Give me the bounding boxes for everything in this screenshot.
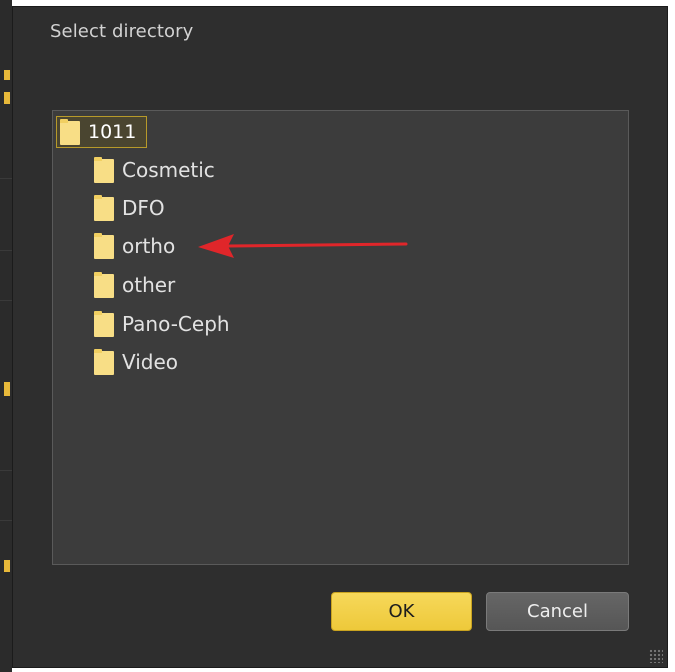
select-directory-dialog: Select directory 1011 Cosmetic DFO ortho… [12, 6, 668, 668]
tree-node-label: Cosmetic [122, 158, 215, 182]
app-edge-divider [0, 178, 12, 179]
underlying-app-edge [0, 0, 12, 672]
folder-icon [94, 157, 114, 183]
tree-node-cosmetic[interactable]: Cosmetic [94, 154, 215, 186]
tree-node-ortho[interactable]: ortho [94, 230, 175, 262]
folder-icon [94, 233, 114, 259]
resize-grip[interactable] [649, 649, 663, 663]
tree-node-label: ortho [122, 234, 176, 258]
folder-icon [94, 272, 114, 298]
tree-node-video[interactable]: Video [94, 346, 178, 378]
cancel-button[interactable]: Cancel [486, 592, 629, 631]
directory-tree[interactable]: 1011 Cosmetic DFO ortho other Pano-Ceph … [52, 110, 629, 565]
app-edge-divider [0, 300, 12, 301]
ok-button[interactable]: OK [331, 592, 472, 631]
tree-node-root[interactable]: 1011 [56, 116, 147, 148]
app-edge-accent [4, 70, 10, 80]
app-edge-accent [4, 92, 10, 104]
app-edge-accent [4, 560, 10, 572]
app-edge-divider [0, 520, 12, 521]
tree-node-label: Video [122, 350, 179, 374]
folder-icon [60, 119, 80, 145]
dialog-title: Select directory [50, 21, 194, 42]
tree-node-label: other [122, 273, 176, 297]
tree-node-other[interactable]: other [94, 269, 175, 301]
tree-node-dfo[interactable]: DFO [94, 192, 165, 224]
folder-icon [94, 195, 114, 221]
tree-node-label: DFO [122, 196, 165, 220]
tree-node-label: Pano-Ceph [122, 312, 230, 336]
folder-icon [94, 311, 114, 337]
app-edge-divider [0, 470, 12, 471]
app-edge-divider [0, 250, 12, 251]
tree-node-pano-ceph[interactable]: Pano-Ceph [94, 308, 230, 340]
folder-icon [94, 349, 114, 375]
annotation-arrow [198, 234, 408, 258]
tree-node-label: 1011 [88, 121, 137, 143]
app-edge-accent [4, 382, 10, 396]
